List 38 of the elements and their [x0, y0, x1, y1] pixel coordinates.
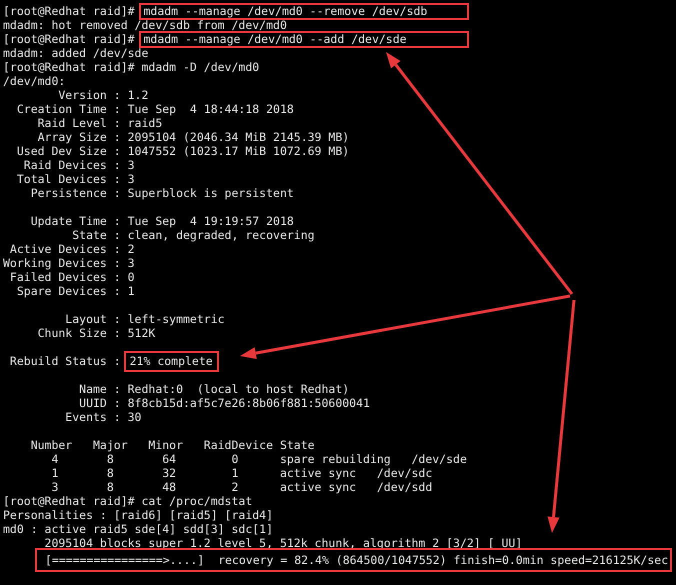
- terminal-line: Total Devices : 3: [16, 172, 135, 186]
- terminal-line: Layout : left-symmetric: [64, 312, 225, 326]
- terminal-line: Name : Redhat:0 (local to host Redhat): [78, 382, 350, 396]
- terminal-line: Creation Time : Tue Sep 4 18:44:18 2018: [16, 102, 294, 116]
- terminal-line: 1 8 32 1 active sync /dev/sdc: [50, 466, 432, 480]
- terminal-line: [root@Redhat raid]# cat /proc/mdstat: [3, 494, 252, 508]
- terminal-line: Active Devices : 2: [8, 242, 135, 256]
- terminal-line: md0 : active raid5 sde[4] sdd[3] sdc[1]: [3, 522, 274, 536]
- terminal-line: 4 8 64 0 spare rebuilding /dev/sde: [50, 452, 467, 466]
- terminal-line: Raid Devices : 3: [22, 158, 135, 172]
- terminal-line: mdadm: hot removed /dev/sdb from /dev/md0: [3, 18, 287, 32]
- terminal-line: State : clean, degraded, recovering: [71, 228, 315, 242]
- terminal-line: 2095104 blocks super 1.2 level 5, 512k chunk, algorithm 2 [3/2] [_UU]: [44, 536, 522, 550]
- terminal-line: [root@Redhat raid]#: [3, 32, 136, 46]
- terminal-line: [root@Redhat raid]#: [3, 4, 136, 18]
- terminal-line: [root@Redhat raid]# mdadm -D /dev/md0: [3, 60, 260, 74]
- terminal-line: Chunk Size : 512K: [36, 326, 156, 340]
- terminal-line: Number Major Minor RaidDevice State: [30, 438, 315, 452]
- terminal-line: Array Size : 2095104 (2046.34 MiB 2145.39 MB): [36, 130, 350, 144]
- terminal-line: mdadm: added /dev/sde: [3, 46, 148, 60]
- terminal-line: Working Devices : 3: [3, 256, 135, 270]
- highlighted-output: mdadm --manage /dev/md0 --remove /dev/sdb: [139, 2, 470, 20]
- highlighted-output: mdadm --manage /dev/md0 --add /dev/sde: [139, 30, 470, 48]
- terminal-line: Personalities : [raid6] [raid5] [raid4]: [3, 508, 274, 522]
- terminal-line: 3 8 48 2 active sync /dev/sdd: [50, 480, 432, 494]
- terminal-line: Used Dev Size : 1047552 (1023.17 MiB 1072.69 MB): [16, 144, 350, 158]
- terminal-line: Events : 30: [64, 410, 142, 424]
- terminal-line: Failed Devices : 0: [8, 270, 135, 284]
- highlighted-output: [================>....] recovery = 82.4% (864500/1047552) finish=0.0min speed=216125K/sec: [35, 548, 672, 572]
- terminal-line: Rebuild Status :: [8, 354, 122, 368]
- terminal-line: Raid Level : raid5: [36, 116, 162, 130]
- terminal-line: Persistence : Superblock is persistent: [30, 186, 294, 200]
- terminal-line: /dev/md0:: [3, 74, 66, 88]
- terminal-line: Version : 1.2: [57, 88, 148, 102]
- terminal-line: Update Time : Tue Sep 4 19:19:57 2018: [30, 214, 294, 228]
- terminal-line: UUID : 8f8cb15d:af5c7e26:8b06f881:50600041: [78, 396, 370, 410]
- terminal-line: Spare Devices : 1: [16, 284, 135, 298]
- highlighted-output: 21% complete: [124, 350, 219, 372]
